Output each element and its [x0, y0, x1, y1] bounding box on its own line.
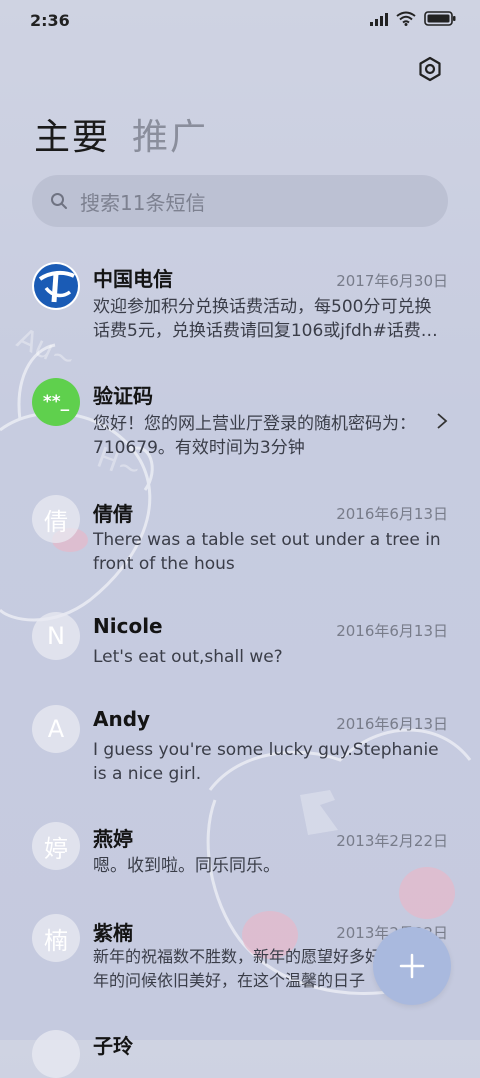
- contact-name: 紫楠: [93, 921, 133, 945]
- telecom-logo-avatar: [32, 262, 80, 310]
- contact-avatar: 楠: [32, 914, 80, 962]
- contact-avatar: N: [32, 612, 80, 660]
- message-preview: 欢迎参加积分兑换话费活动，每500分可兑换话费5元，兑换话费请回复106或jfd…: [93, 297, 438, 341]
- contact-name: 子玲: [93, 1034, 133, 1058]
- contact-name: 燕婷: [93, 827, 133, 851]
- message-date: 2013年2月22日: [336, 832, 448, 850]
- contact-avatar: [32, 1030, 80, 1078]
- new-message-button[interactable]: [373, 927, 451, 1005]
- contact-name: Nicole: [93, 614, 163, 638]
- message-preview: Let's eat out,shall we?: [93, 647, 283, 667]
- contact-avatar: 婷: [32, 822, 80, 870]
- message-date: 2016年6月13日: [336, 505, 448, 523]
- avatar-initial: N: [47, 622, 65, 650]
- telecom-logo-icon: [34, 264, 78, 308]
- avatar-text: **_: [42, 392, 70, 412]
- message-date: 2017年6月30日: [336, 272, 448, 290]
- message-date: 2016年6月13日: [336, 715, 448, 733]
- contact-name: 倩倩: [93, 502, 133, 526]
- avatar-initial: 楠: [44, 926, 68, 955]
- avatar-initial: 倩: [44, 507, 68, 536]
- contact-avatar: A: [32, 705, 80, 753]
- message-preview: I guess you're some lucky guy.Stephanie …: [93, 740, 439, 784]
- message-date: 2016年6月13日: [336, 622, 448, 640]
- message-preview: There was a table set out under a tree i…: [93, 530, 441, 574]
- message-preview: 嗯。收到啦。同乐同乐。: [93, 856, 280, 876]
- avatar-initial: A: [47, 715, 65, 743]
- contact-avatar: 倩: [32, 495, 80, 543]
- verification-code-avatar: **_: [32, 378, 80, 426]
- message-preview: 您好！您的网上营业厅登录的随机密码为：710679。有效时间为3分钟: [93, 414, 416, 458]
- contact-name: 验证码: [93, 384, 153, 408]
- conversation-list: 中国电信 2017年6月30日 欢迎参加积分兑换话费活动，每500分可兑换话费5…: [0, 0, 480, 1078]
- contact-name: Andy: [93, 707, 151, 731]
- avatar-initial: 婷: [44, 834, 68, 863]
- plus-icon: [399, 953, 425, 979]
- contact-name: 中国电信: [93, 267, 173, 291]
